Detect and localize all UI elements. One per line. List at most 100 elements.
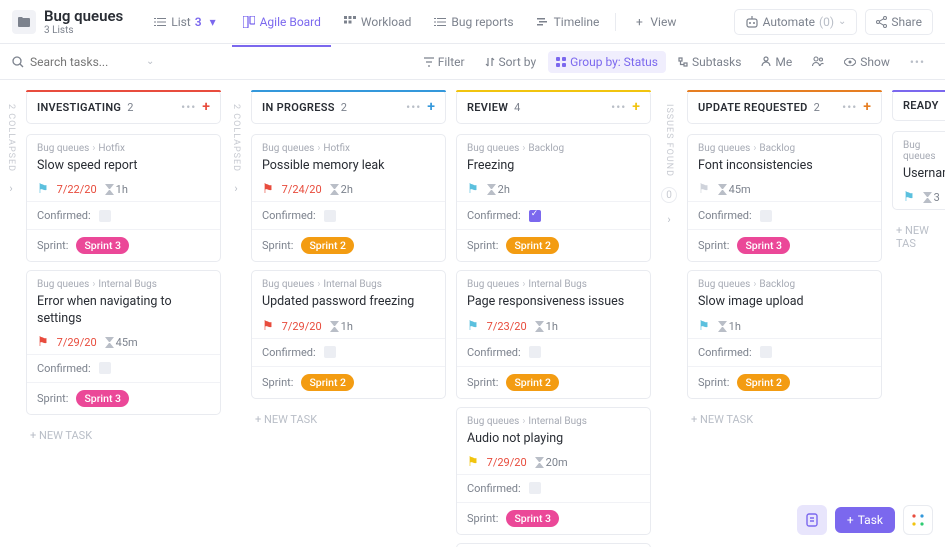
more-button[interactable]: ••• (902, 51, 933, 73)
chevron-down-icon[interactable]: ⌄ (146, 56, 154, 67)
tab-agile-board[interactable]: Agile Board (232, 9, 331, 35)
confirmed-checkbox[interactable] (529, 210, 541, 222)
sort-button[interactable]: Sort by (477, 51, 545, 73)
person-icon (761, 56, 771, 67)
task-card[interactable]: Bug queues›HotfixSlow speed report⚑7/22/… (26, 134, 221, 262)
confirmed-checkbox[interactable] (99, 362, 111, 374)
column-more-button[interactable]: ••• (406, 100, 421, 114)
task-card[interactable]: Bug queues›Internal BugsPage responsiven… (456, 270, 651, 398)
task-title: Slow image upload (698, 294, 871, 310)
breadcrumb: Bug queues (903, 140, 941, 162)
task-meta: ⚑7/29/201h (262, 319, 435, 334)
new-task-button[interactable]: + NEW TASK (251, 407, 446, 432)
flag-icon[interactable]: ⚑ (467, 455, 479, 470)
sprint-pill[interactable]: Sprint 3 (737, 237, 790, 254)
due-date[interactable]: 7/23/20 (487, 320, 527, 333)
sprint-pill[interactable]: Sprint 2 (506, 237, 559, 254)
due-date[interactable]: 7/29/20 (282, 320, 322, 333)
filter-button[interactable]: Filter (416, 51, 473, 73)
flag-icon[interactable]: ⚑ (467, 182, 479, 197)
task-title: Usernam (903, 166, 941, 182)
due-date[interactable]: 7/22/20 (57, 183, 97, 196)
due-date[interactable]: 7/29/20 (487, 456, 527, 469)
new-task-button[interactable]: + NEW TASK (687, 407, 882, 432)
share-button[interactable]: Share (865, 9, 933, 35)
duration: 1h (105, 183, 128, 196)
column-add-button[interactable]: + (863, 99, 871, 115)
group-button[interactable]: Group by: Status (548, 51, 666, 73)
column-more-button[interactable]: ••• (181, 100, 196, 114)
task-card[interactable]: Bug queues›Internal BugsError when navig… (26, 270, 221, 415)
task-card[interactable]: Bug queues›BacklogSlow image upload⚑1hCo… (687, 270, 882, 398)
task-card[interactable]: Bug queues›Internal Bugs Audio not playin… (456, 407, 651, 535)
column-more-button[interactable]: ••• (611, 100, 626, 114)
column-count: 2 (127, 101, 133, 114)
confirmed-checkbox[interactable] (99, 210, 111, 222)
sprint-pill[interactable]: Sprint 3 (76, 237, 129, 254)
tab-timeline[interactable]: Timeline (526, 9, 610, 35)
flag-icon[interactable]: ⚑ (698, 182, 710, 197)
task-card[interactable]: Bug queuesUsernam⚑3 (892, 131, 945, 210)
sprint-pill[interactable]: Sprint 2 (506, 374, 559, 391)
confirmed-checkbox[interactable] (324, 346, 336, 358)
flag-icon[interactable]: ⚑ (903, 190, 915, 205)
collapsed-column[interactable]: 2 COLLAPSED› (6, 90, 16, 537)
search-wrap: ⌄ (12, 55, 154, 69)
flag-icon[interactable]: ⚑ (37, 335, 49, 350)
confirmed-checkbox[interactable] (760, 210, 772, 222)
confirmed-checkbox[interactable] (324, 210, 336, 222)
flag-icon[interactable]: ⚑ (698, 319, 710, 334)
apps-fab[interactable] (903, 505, 933, 535)
breadcrumb: Bug queues›Backlog (698, 279, 871, 290)
sprint-pill[interactable]: Sprint 2 (301, 237, 354, 254)
flag-icon[interactable]: ⚑ (262, 182, 274, 197)
task-card[interactable]: Bug queues›BacklogFont inconsistencies⚑4… (687, 134, 882, 262)
due-date[interactable]: 7/24/20 (282, 183, 322, 196)
task-card[interactable]: Bug queues›Internal BugsUpdated password… (251, 270, 446, 398)
confirmed-checkbox[interactable] (529, 482, 541, 494)
collapsed-label: 2 COLLAPSED (231, 104, 241, 172)
flag-icon[interactable]: ⚑ (467, 319, 479, 334)
breadcrumb: Bug queues›Internal Bugs (467, 416, 640, 427)
column-title: READY (903, 99, 939, 112)
new-task-button[interactable]: + NEW TAS (892, 218, 945, 256)
tab-add-view[interactable]: + View (622, 9, 686, 35)
task-card[interactable]: Bug queues›HotfixCannot log in⚑7/24/2045… (456, 543, 651, 547)
confirmed-row: Confirmed: (252, 201, 445, 229)
duration: 1h (718, 320, 741, 333)
me-button[interactable]: Me (753, 51, 800, 73)
sprint-pill[interactable]: Sprint 2 (737, 374, 790, 391)
assignees-button[interactable] (804, 52, 832, 71)
chevron-down-icon: ⌄ (838, 16, 846, 27)
breadcrumb: Bug queues›Internal Bugs (262, 279, 435, 290)
task-card[interactable]: Bug queues›BacklogFreezing⚑2hConfirmed:S… (456, 134, 651, 262)
sprint-pill[interactable]: Sprint 2 (301, 374, 354, 391)
create-task-button[interactable]: +Task (835, 507, 895, 533)
task-card[interactable]: Bug queues›HotfixPossible memory leak⚑7/… (251, 134, 446, 262)
column-add-button[interactable]: + (632, 99, 640, 115)
flag-icon[interactable]: ⚑ (262, 319, 274, 334)
tab-list[interactable]: List 3 ▾ (143, 9, 229, 35)
confirmed-row: Confirmed: (688, 201, 881, 229)
tab-bug-reports[interactable]: Bug reports (423, 9, 523, 35)
task-title: Audio not playing (467, 431, 640, 447)
automate-button[interactable]: Automate (0) ⌄ (734, 9, 858, 35)
show-button[interactable]: Show (836, 51, 898, 73)
search-input[interactable] (30, 55, 140, 69)
collapsed-column[interactable]: ISSUES FOUND0› (661, 90, 677, 537)
column-add-button[interactable]: + (202, 99, 210, 115)
tab-workload[interactable]: Workload (333, 9, 422, 35)
flag-icon[interactable]: ⚑ (37, 182, 49, 197)
column-more-button[interactable]: ••• (842, 100, 857, 114)
confirmed-checkbox[interactable] (529, 346, 541, 358)
notepad-fab[interactable] (797, 505, 827, 535)
confirmed-checkbox[interactable] (760, 346, 772, 358)
new-task-button[interactable]: + NEW TASK (26, 423, 221, 448)
subtasks-button[interactable]: Subtasks (670, 51, 749, 73)
collapsed-column[interactable]: 2 COLLAPSED› (231, 90, 241, 537)
more-icon: ••• (910, 55, 925, 69)
column-add-button[interactable]: + (427, 99, 435, 115)
sprint-pill[interactable]: Sprint 3 (76, 390, 129, 407)
due-date[interactable]: 7/29/20 (57, 336, 97, 349)
sprint-pill[interactable]: Sprint 3 (506, 510, 559, 527)
